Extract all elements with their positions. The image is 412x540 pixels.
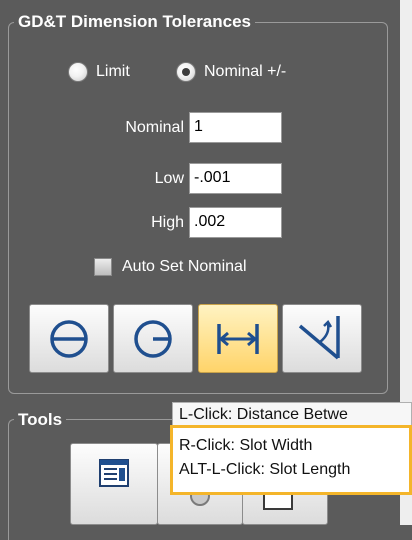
auto-set-nominal-checkbox[interactable] <box>94 258 112 276</box>
nominal-radio-button[interactable] <box>176 62 196 82</box>
low-input[interactable]: -.001 <box>189 163 282 194</box>
tooltip-box: R-Click: Slot Width ALT-L-Click: Slot Le… <box>170 425 412 495</box>
angle-icon <box>298 315 340 359</box>
tools-group-title: Tools <box>14 410 67 430</box>
gdt-group-title: GD&T Dimension Tolerances <box>14 12 256 32</box>
report-tool-button[interactable] <box>70 443 158 525</box>
tooltip-line-r-click: R-Click: Slot Width <box>179 437 313 454</box>
low-label: Low <box>154 170 184 187</box>
linear-distance-icon <box>217 323 259 354</box>
limit-radio-button[interactable] <box>68 62 88 82</box>
limit-radio-option[interactable]: Limit <box>68 60 130 84</box>
nominal-radio-label: Nominal +/- <box>204 63 287 80</box>
nominal-input[interactable]: 1 <box>189 112 282 143</box>
circle-diameter-icon <box>50 319 88 358</box>
radius-tool-button[interactable] <box>113 304 193 373</box>
distance-tool-button[interactable] <box>198 304 278 373</box>
tool-icon <box>263 492 293 510</box>
auto-set-nominal-label: Auto Set Nominal <box>122 258 247 275</box>
report-list-icon <box>99 459 129 487</box>
angle-tool-button[interactable] <box>282 304 362 373</box>
nominal-label: Nominal <box>125 119 184 136</box>
high-input[interactable]: .002 <box>189 207 282 238</box>
high-label: High <box>151 214 184 231</box>
limit-radio-label: Limit <box>96 63 130 80</box>
tooltip-line-alt-click: ALT-L-Click: Slot Length <box>179 461 351 478</box>
nominal-radio-option[interactable]: Nominal +/- <box>176 60 286 84</box>
circle-radius-icon <box>134 319 172 358</box>
diameter-tool-button[interactable] <box>29 304 109 373</box>
